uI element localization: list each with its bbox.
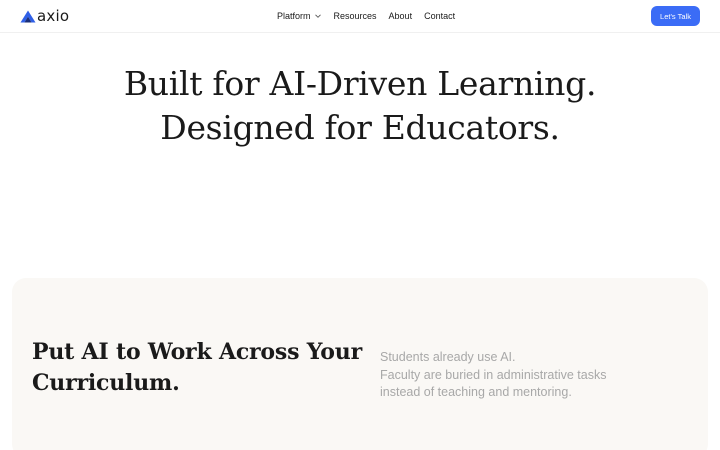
nav-item-label: Platform (277, 10, 311, 21)
nav-item-resources[interactable]: Resources (333, 10, 377, 21)
feature-description-line-2: Faculty are buried in administrative tas… (380, 367, 607, 382)
feature-title-line-2: Curriculum. (32, 370, 180, 396)
hero-heading-line-2: Designed for Educators. (160, 108, 560, 147)
nav-item-label: About (388, 10, 413, 21)
brand-logo[interactable]: axio (20, 7, 69, 25)
nav-item-about[interactable]: About (388, 10, 413, 21)
feature-description: Students already use AI. Faculty are bur… (380, 349, 606, 402)
chevron-down-icon (314, 14, 321, 18)
hero-heading-line-1: Built for AI-Driven Learning. (123, 64, 597, 103)
hero-heading: Built for AI-Driven Learning. Designed f… (0, 62, 720, 150)
nav-item-platform[interactable]: Platform (277, 10, 322, 21)
feature-title-line-1: Put AI to Work Across Your (32, 339, 362, 365)
feature-description-line-1: Students already use AI. (380, 350, 516, 364)
lets-talk-button[interactable]: Let's Talk (651, 6, 700, 26)
navbar: axio Platform Resources About Contact Le… (0, 0, 720, 33)
nav-item-contact[interactable]: Contact (424, 10, 456, 21)
feature-title: Put AI to Work Across Your Curriculum. (32, 337, 362, 399)
feature-panel: Put AI to Work Across Your Curriculum. S… (12, 278, 708, 450)
feature-description-line-3: instead of teaching and mentoring. (380, 385, 572, 399)
main-nav: Platform Resources About Contact (277, 0, 455, 32)
nav-item-label: Resources (333, 10, 377, 21)
nav-item-label: Contact (424, 10, 456, 21)
axio-logo-icon (20, 10, 36, 22)
brand-name: axio (37, 7, 70, 25)
